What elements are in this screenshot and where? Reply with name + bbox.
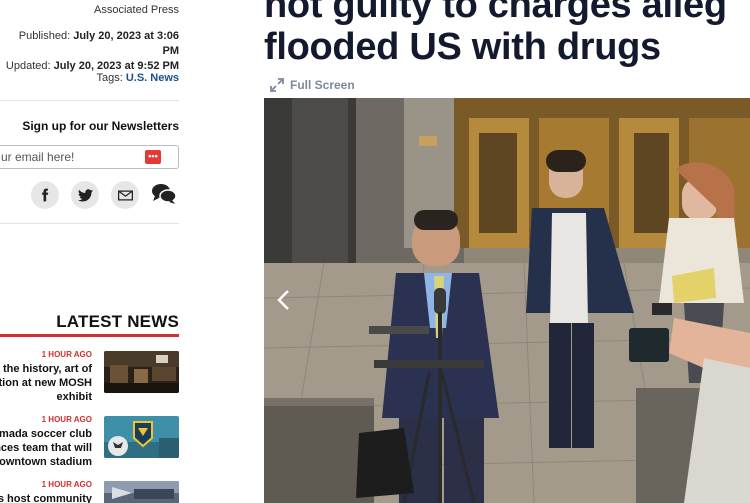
news-headline-line: tion at new MOSH: [0, 377, 92, 389]
news-headline-line: exhibit: [56, 391, 92, 403]
updated-label: Updated:: [5, 60, 51, 72]
full-screen-label: Full Screen: [290, 78, 355, 92]
news-headline-line: rs host community: [0, 493, 92, 503]
headline-line: flooded US with drugs: [264, 26, 661, 68]
article-headline: not guilty to charges alleg flooded US w…: [264, 0, 727, 68]
latest-news-underline: [0, 334, 179, 337]
form-fill-icon[interactable]: •••: [145, 150, 161, 164]
news-headline-line: r the history, art of: [0, 363, 92, 375]
sidebar: Associated Press Published: July 20, 202…: [0, 0, 200, 503]
published-line: Published: July 20, 2023 at 3:06 PM: [0, 29, 179, 59]
email-share-button[interactable]: [111, 181, 139, 209]
news-headline[interactable]: r the history, art of tion at new MOSH e…: [0, 362, 92, 404]
newsletter-title: Sign up for our Newsletters: [22, 119, 179, 133]
newsletter-email-box: •••: [0, 145, 179, 169]
facebook-share-button[interactable]: [31, 181, 59, 209]
latest-news-title: LATEST NEWS: [56, 312, 179, 331]
twitter-share-button[interactable]: [71, 181, 99, 209]
published-label: Published:: [18, 30, 71, 42]
news-headline-line: owntown stadium: [0, 456, 92, 468]
news-headline[interactable]: rs host community: [0, 492, 92, 503]
full-screen-button[interactable]: Full Screen: [270, 78, 355, 92]
news-time: 1 HOUR AGO: [41, 350, 92, 359]
tag-link[interactable]: U.S. News: [126, 72, 179, 84]
article-main: not guilty to charges alleg flooded US w…: [264, 0, 750, 503]
news-thumbnail[interactable]: [104, 416, 179, 458]
twitter-icon: [77, 188, 93, 201]
newsletter-email-input[interactable]: [0, 146, 145, 168]
published-date: July 20, 2023 at 3:06 PM: [73, 30, 179, 57]
envelope-icon: [117, 190, 133, 200]
comments-icon[interactable]: [151, 183, 177, 205]
news-thumbnail[interactable]: [104, 351, 179, 393]
headline-line: not guilty to charges alleg: [264, 0, 727, 26]
divider: [0, 100, 179, 101]
news-thumbnail[interactable]: [104, 481, 179, 503]
news-time: 1 HOUR AGO: [41, 480, 92, 489]
divider: [0, 223, 179, 224]
news-headline[interactable]: rmada soccer club nces team that will ow…: [0, 427, 92, 469]
article-photo: [264, 98, 750, 503]
expand-icon: [270, 78, 284, 92]
facebook-icon: [42, 188, 49, 202]
news-headline-line: rmada soccer club: [0, 428, 92, 440]
article-tags: Tags: U.S. News: [96, 72, 179, 84]
article-author: Associated Press: [94, 4, 179, 16]
article-dates: Published: July 20, 2023 at 3:06 PM Upda…: [0, 29, 179, 74]
tags-label: Tags:: [96, 72, 123, 84]
updated-date: July 20, 2023 at 9:52 PM: [53, 60, 179, 72]
chevron-left-icon[interactable]: [272, 288, 296, 312]
news-time: 1 HOUR AGO: [41, 415, 92, 424]
news-headline-line: nces team that will: [0, 442, 92, 454]
